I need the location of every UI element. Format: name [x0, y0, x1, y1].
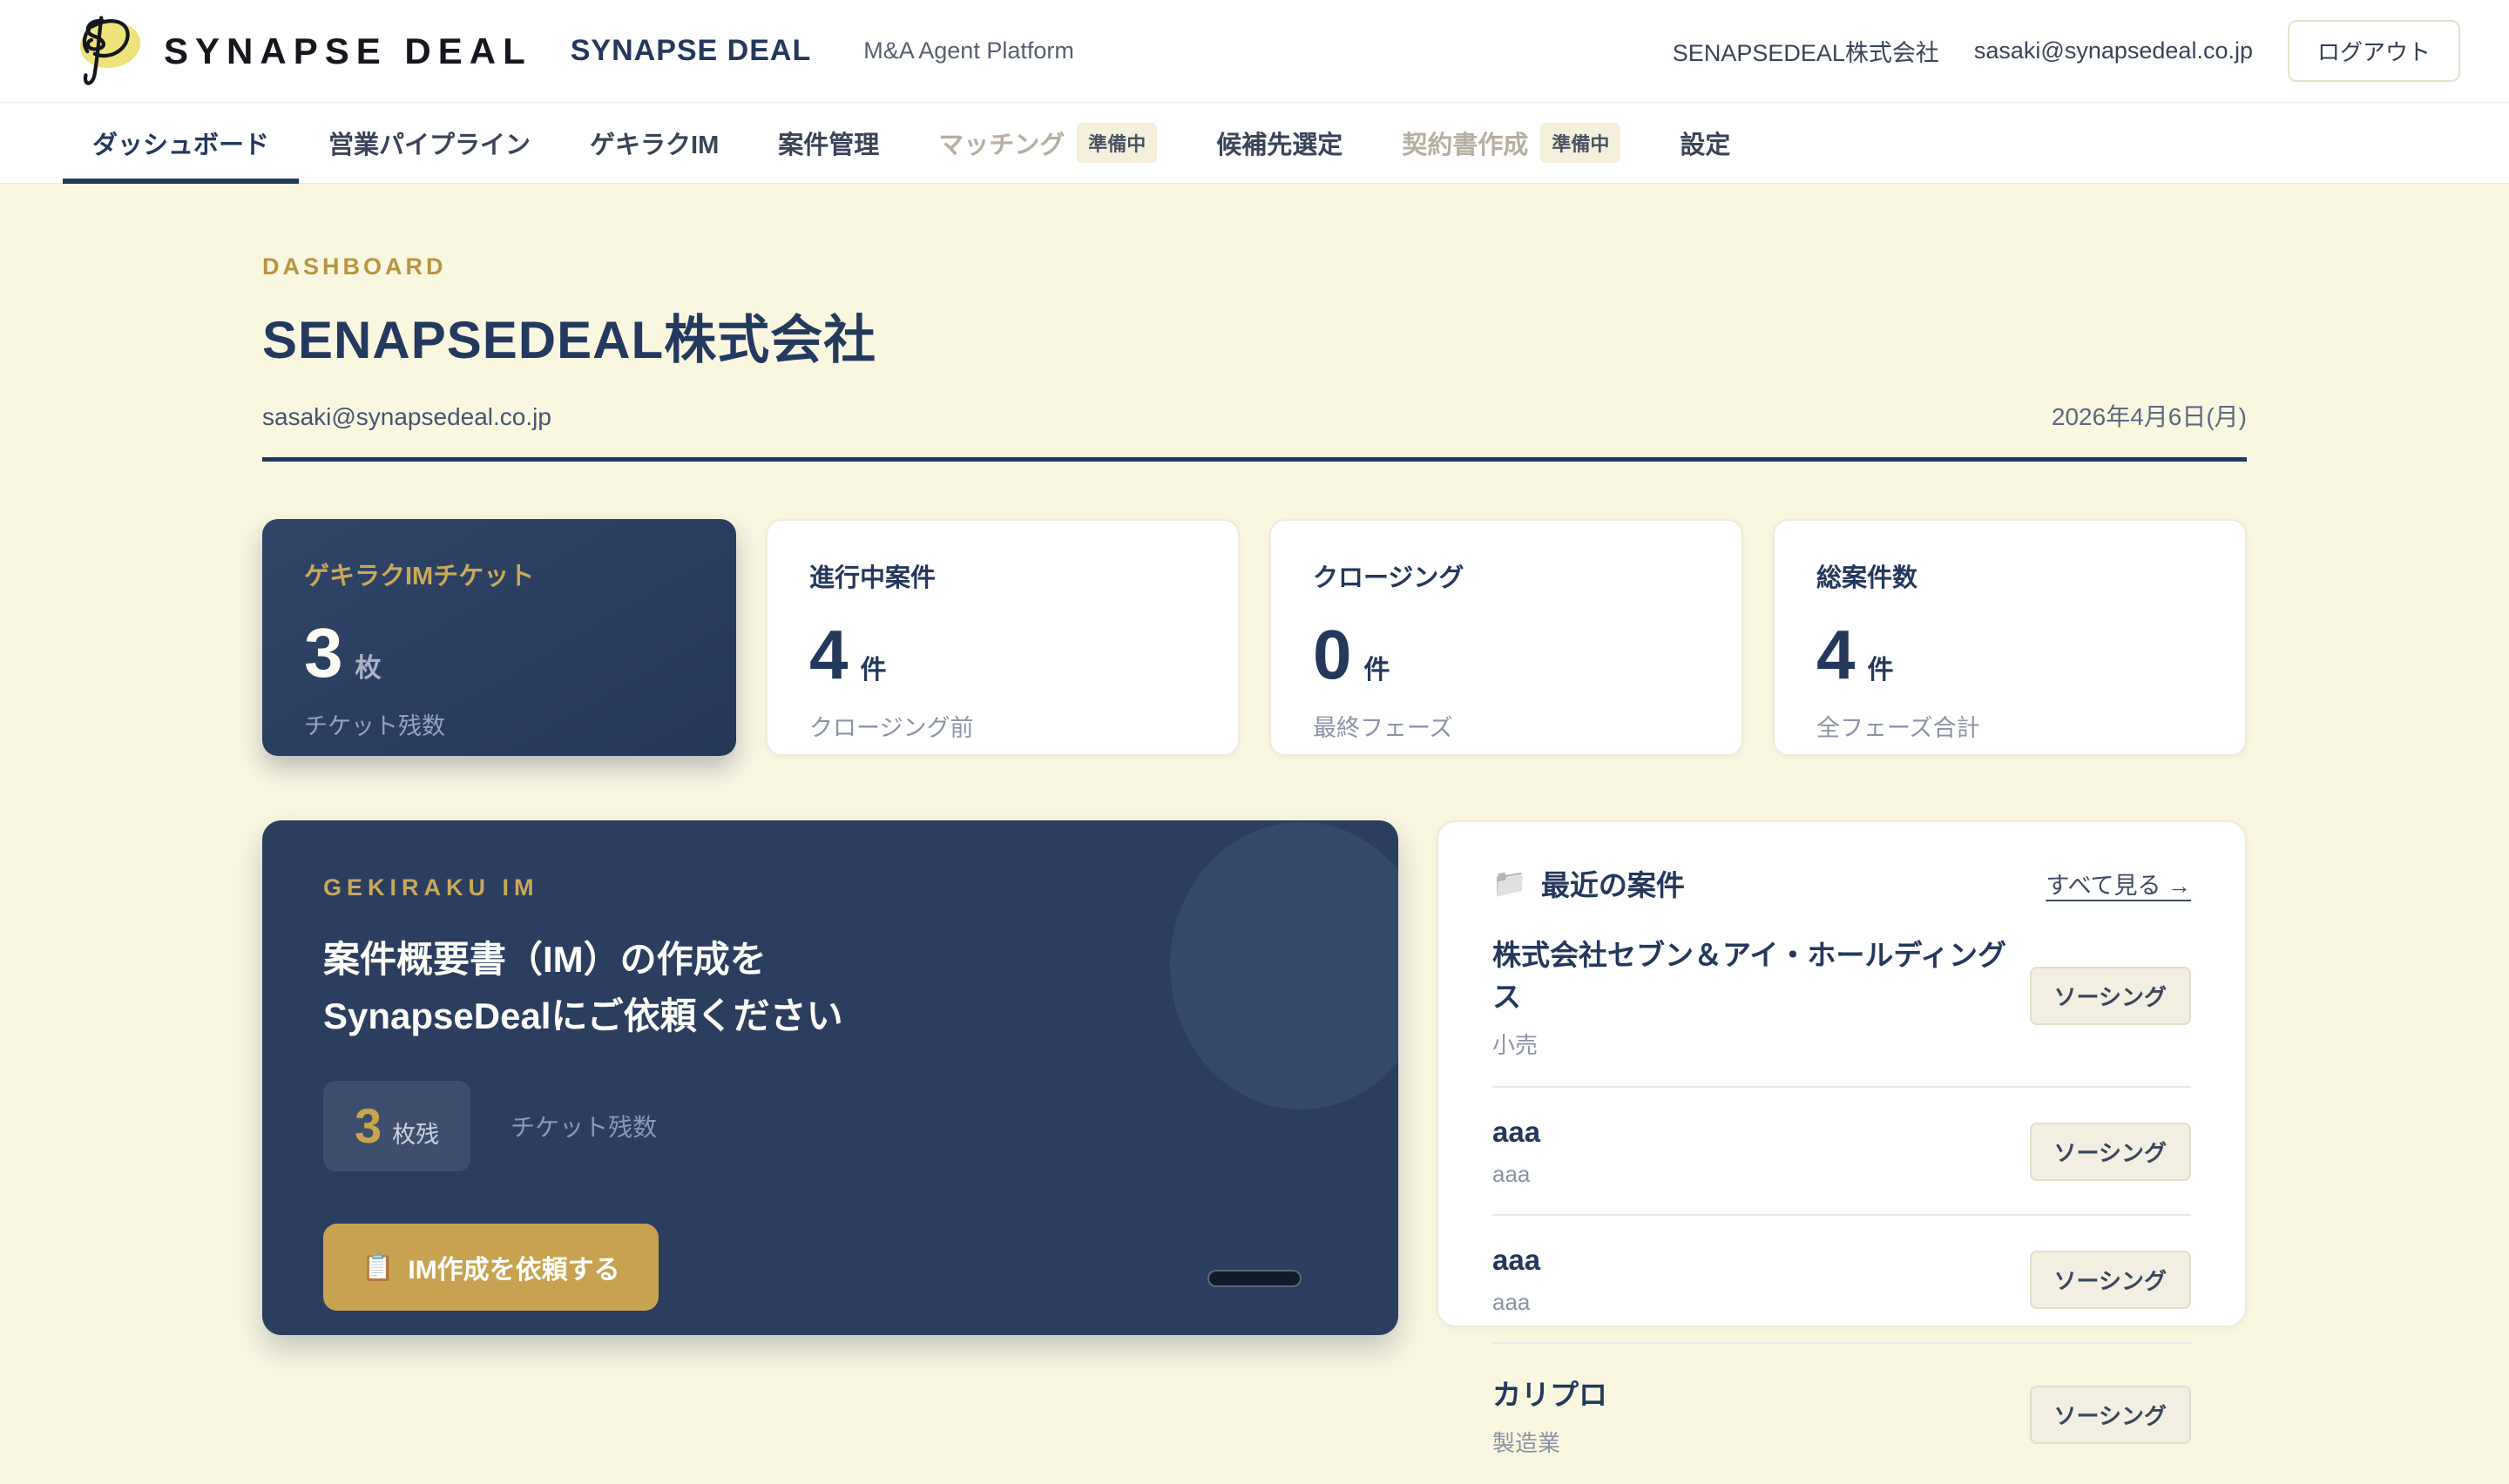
deal-status-badge: ソーシング [2030, 1251, 2191, 1309]
deal-industry: aaa [1492, 1161, 1540, 1188]
preparing-badge: 準備中 [1540, 123, 1620, 163]
deal-industry: aaa [1492, 1289, 1540, 1316]
tab-contract-creation: 契約書作成 準備中 [1372, 103, 1650, 183]
header-user-email: sasaki@synapsedeal.co.jp [1974, 37, 2253, 64]
tab-label: 設定 [1680, 125, 1730, 161]
tab-gekiraku-im[interactable]: ゲキラクIM [560, 103, 748, 183]
deal-name: 株式会社セブン＆アイ・ホールディングス [1492, 932, 2030, 1015]
tab-candidate-selection[interactable]: 候補先選定 [1187, 103, 1372, 183]
stat-subtext: 最終フェーズ [1313, 709, 1700, 743]
header-company-name: SENAPSEDEAL株式会社 [1673, 34, 1939, 68]
app-header: SYNAPSE DEAL SYNAPSE DEAL M&A Agent Plat… [0, 0, 2509, 103]
deal-name: aaa [1492, 1116, 1540, 1149]
stats-row: ゲキラクIMチケット 3 枚 チケット残数 進行中案件 4 件 クロージング前 … [262, 519, 2247, 756]
stat-unit: 枚 [355, 646, 382, 685]
title-divider [262, 457, 2247, 462]
ticket-unit: 枚残 [392, 1116, 439, 1150]
deal-row[interactable]: aaa aaa ソーシング [1492, 1088, 2191, 1216]
gekiraku-im-promo-card: GEKIRAKU IM 案件概要書（IM）の作成を SynapseDealにご依… [262, 820, 1398, 1335]
deal-status-badge: ソーシング [2030, 1386, 2191, 1444]
deal-name: aaa [1492, 1244, 1540, 1277]
stat-subtext: 全フェーズ合計 [1816, 709, 2203, 743]
tab-matching: マッチング 準備中 [909, 103, 1187, 183]
ticket-count-box: 3 枚残 [323, 1081, 470, 1171]
request-im-button[interactable]: 📋 IM作成を依頼する [323, 1224, 659, 1311]
request-im-button-label: IM作成を依頼する [408, 1248, 619, 1286]
page-title: SENAPSEDEAL株式会社 [262, 298, 2247, 374]
stat-subtext: チケット残数 [304, 707, 694, 741]
stat-value: 3 [304, 618, 343, 688]
stat-unit: 件 [861, 648, 887, 686]
tab-label: マッチング [938, 125, 1065, 161]
see-all-link[interactable]: すべて見る → [2046, 867, 2191, 901]
stat-label: 総案件数 [1816, 557, 2203, 594]
deal-industry: 製造業 [1492, 1426, 1607, 1458]
tab-label: ゲキラクIM [590, 125, 719, 161]
deal-status-badge: ソーシング [2030, 967, 2191, 1025]
platform-tagline: M&A Agent Platform [863, 37, 1074, 64]
main-content: DASHBOARD SENAPSEDEAL株式会社 sasaki@synapse… [0, 184, 2509, 1335]
ticket-label: チケット残数 [511, 1109, 657, 1143]
stat-value: 4 [809, 620, 849, 690]
logo-link[interactable]: SYNAPSE DEAL [64, 10, 532, 92]
deal-industry: 小売 [1492, 1028, 2030, 1060]
synapse-scribble-logo-icon [64, 10, 146, 92]
preparing-badge: 準備中 [1077, 123, 1157, 163]
deal-name: カリプロ [1492, 1372, 1607, 1413]
deal-row[interactable]: aaa aaa ソーシング [1492, 1216, 2191, 1344]
stat-card-closing: クロージング 0 件 最終フェーズ [1269, 519, 1743, 756]
tab-label: ダッシュボード [92, 125, 269, 161]
tab-label: 営業パイプライン [328, 125, 531, 161]
logout-button[interactable]: ログアウト [2288, 20, 2460, 82]
tab-sales-pipeline[interactable]: 営業パイプライン [299, 103, 560, 183]
stat-label: クロージング [1313, 557, 1700, 594]
recent-deals-title: 📁 最近の案件 [1492, 862, 1685, 904]
stat-card-im-tickets: ゲキラクIMチケット 3 枚 チケット残数 [262, 519, 736, 756]
stat-card-total-deals: 総案件数 4 件 全フェーズ合計 [1773, 519, 2247, 756]
home-indicator-pill [1207, 1270, 1302, 1287]
stat-subtext: クロージング前 [809, 709, 1196, 743]
recent-deals-card: 📁 最近の案件 すべて見る → 株式会社セブン＆アイ・ホールディングス 小売 ソ… [1437, 820, 2247, 1327]
page-eyebrow: DASHBOARD [262, 253, 2247, 280]
folder-icon: 📁 [1492, 867, 1527, 900]
tab-label: 案件管理 [778, 125, 879, 161]
stat-card-active-deals: 進行中案件 4 件 クロージング前 [766, 519, 1240, 756]
promo-title: 案件概要書（IM）の作成を SynapseDealにご依頼ください [323, 931, 1337, 1044]
deal-row[interactable]: カリプロ 製造業 ソーシング [1492, 1344, 2191, 1484]
tab-label: 候補先選定 [1216, 125, 1342, 161]
main-nav: ダッシュボード 営業パイプライン ゲキラクIM 案件管理 マッチング 準備中 候… [0, 103, 2509, 184]
stat-unit: 件 [1364, 648, 1390, 686]
clipboard-icon: 📋 [362, 1252, 394, 1283]
promo-title-line1: 案件概要書（IM）の作成を [323, 939, 767, 980]
stat-value: 0 [1313, 620, 1352, 690]
promo-eyebrow: GEKIRAKU IM [323, 874, 1337, 901]
deal-row[interactable]: 株式会社セブン＆アイ・ホールディングス 小売 ソーシング [1492, 904, 2191, 1088]
deal-status-badge: ソーシング [2030, 1123, 2191, 1181]
stat-value: 4 [1816, 620, 1856, 690]
logo-wordmark: SYNAPSE DEAL [164, 30, 532, 72]
tab-dashboard[interactable]: ダッシュボード [63, 103, 299, 183]
stat-label: ゲキラクIMチケット [304, 556, 694, 592]
ticket-value: 3 [355, 1102, 382, 1150]
tab-label: 契約書作成 [1402, 125, 1528, 161]
brand-name: SYNAPSE DEAL [571, 34, 812, 68]
promo-title-line2: SynapseDealにご依頼ください [323, 995, 843, 1036]
tab-settings[interactable]: 設定 [1650, 103, 1760, 183]
stat-label: 進行中案件 [809, 557, 1196, 594]
recent-deals-title-text: 最近の案件 [1541, 862, 1685, 904]
current-date: 2026年4月6日(月) [2052, 398, 2247, 433]
tab-deal-management[interactable]: 案件管理 [748, 103, 909, 183]
stat-unit: 件 [1868, 648, 1894, 686]
account-email: sasaki@synapsedeal.co.jp [262, 403, 551, 431]
